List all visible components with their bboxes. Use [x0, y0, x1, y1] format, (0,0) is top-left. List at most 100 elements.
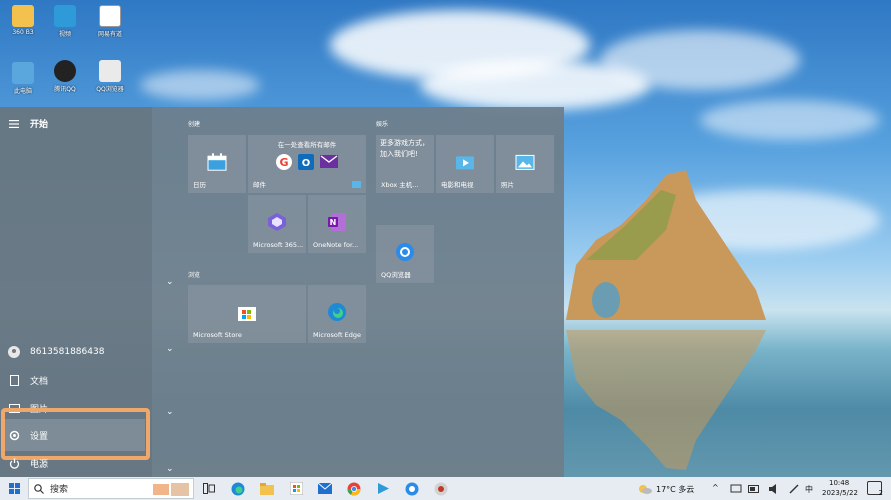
taskbar-app-other[interactable] [432, 480, 450, 497]
store-icon [238, 307, 256, 321]
google-icon: G [276, 154, 292, 170]
weather-text[interactable]: 17°C 多云 [656, 484, 694, 495]
store-icon [289, 482, 303, 495]
chevron-down-icon[interactable]: ⌄ [166, 344, 174, 354]
desktop-icon-qq[interactable]: 腾讯QQ [42, 60, 88, 93]
taskbar-search-box[interactable]: 搜索 [28, 478, 194, 499]
search-banner-icon [153, 482, 189, 496]
battery-icon[interactable] [745, 480, 763, 497]
photo-icon [515, 154, 535, 170]
desktop-icon-this-pc[interactable]: 此电脑 [0, 62, 46, 95]
tile-photos[interactable]: 照片 [496, 135, 554, 193]
svg-text:O: O [302, 158, 311, 169]
edge-icon [328, 303, 346, 321]
microsoft-365-icon [268, 213, 286, 231]
xbox-promo-text: 更多游戏方式，加入我们吧! [380, 139, 429, 158]
search-icon [34, 483, 44, 494]
tile-onenote[interactable]: N OneNote for... [308, 195, 366, 253]
taskbar-app-mail[interactable] [316, 480, 334, 497]
group-label-create: 创建 [188, 121, 201, 128]
user-account[interactable]: 8613581886438 [8, 346, 104, 358]
edge-icon [231, 482, 245, 495]
taskbar-app-edge[interactable] [229, 480, 247, 497]
search-placeholder: 搜索 [50, 485, 69, 495]
taskbar-app-explorer[interactable] [258, 480, 276, 497]
tile-microsoft-edge[interactable]: Microsoft Edge [308, 285, 366, 343]
taskbar-app-video[interactable] [374, 480, 392, 497]
taskbar-app-qqbrowser[interactable] [403, 480, 421, 497]
mail-provider-icons: G O [276, 154, 338, 170]
folder-icon [260, 482, 274, 495]
windows-icon [8, 483, 20, 494]
sea-rock-image [566, 170, 766, 320]
weather-icon[interactable] [636, 480, 654, 497]
rail-item-label: 电源 [30, 460, 49, 470]
yahoo-mail-icon [320, 155, 338, 168]
taskbar-app-store[interactable] [287, 480, 305, 497]
taskbar: 搜索 17°C 多云 ^ 中 10:48 2023/5/22 2 [0, 477, 891, 500]
video-app-icon [54, 5, 76, 27]
network-icon[interactable] [727, 480, 745, 497]
video-app-icon [377, 483, 389, 494]
sea-rock-reflection [566, 330, 766, 470]
speaker-icon[interactable] [765, 480, 783, 497]
desktop-icon-folder[interactable]: 360 ВЗ [0, 5, 46, 36]
taskbar-app-chrome[interactable] [345, 480, 363, 497]
tile-calendar[interactable]: 日历 [188, 135, 246, 193]
mail-tile-header: 在一处查看所有邮件 [277, 141, 337, 149]
start-title: 开始 [30, 120, 49, 130]
computer-icon [12, 62, 34, 84]
app-icon [434, 482, 448, 495]
tile-xbox[interactable]: 更多游戏方式，加入我们吧! Xbox 主机... [376, 135, 434, 193]
penguin-icon [54, 60, 76, 82]
qq-browser-icon [396, 243, 414, 261]
user-avatar-icon [8, 346, 20, 358]
rail-item-power[interactable]: 电源 [8, 457, 48, 470]
clock-time[interactable]: 10:48 [829, 479, 849, 487]
pen-icon[interactable] [785, 480, 803, 497]
tile-microsoft-store[interactable]: Microsoft Store [188, 285, 306, 343]
document-icon [8, 375, 20, 387]
tile-movies-tv[interactable]: 电影和电视 [436, 135, 494, 193]
browser-icon [99, 60, 121, 82]
chevron-up-icon[interactable]: ^ [712, 483, 719, 492]
group-label-entertainment: 娱乐 [376, 121, 389, 128]
onenote-icon: N [328, 213, 346, 231]
chevron-down-icon[interactable]: ⌄ [166, 407, 174, 417]
notification-count: 2 [878, 489, 883, 497]
tile-mail[interactable]: 在一处查看所有邮件 G O 邮件 [248, 135, 366, 193]
film-icon [456, 156, 474, 170]
dictionary-app-icon [99, 5, 121, 27]
svg-text:G: G [279, 156, 288, 169]
rail-item-label: 文档 [30, 377, 49, 387]
tile-qqbrowser[interactable]: QQ浏览器 [376, 225, 434, 283]
task-view-button[interactable] [200, 480, 218, 497]
folder-icon [12, 5, 34, 27]
task-view-icon [203, 483, 215, 494]
outlook-icon: O [298, 154, 314, 170]
user-name: 8613581886438 [30, 347, 105, 357]
qq-browser-icon [405, 482, 419, 495]
svg-text:N: N [330, 218, 337, 227]
mail-icon [318, 483, 332, 494]
notification-center-button[interactable]: 2 [867, 481, 883, 497]
rail-item-documents[interactable]: 文档 [8, 374, 48, 387]
tile-microsoft-365[interactable]: Microsoft 365... [248, 195, 306, 253]
hamburger-icon[interactable] [8, 118, 20, 130]
desktop-icon-youdao[interactable]: 网易有道 [87, 5, 133, 38]
start-button[interactable] [5, 480, 23, 497]
desktop-icon-qqbrowser[interactable]: QQ浏览器 [87, 60, 133, 93]
input-method-indicator[interactable]: 中 [805, 484, 813, 495]
chrome-icon [347, 482, 361, 495]
mail-badge-icon [352, 181, 361, 188]
clock-date[interactable]: 2023/5/22 [822, 489, 858, 497]
power-icon [8, 458, 20, 470]
start-menu: 开始 8613581886438 文档 图片 设置 电源 ⌄ ⌄ ⌄ ⌄ 创建 … [0, 107, 564, 477]
calendar-icon [207, 153, 227, 171]
chevron-down-icon[interactable]: ⌄ [166, 277, 174, 287]
chevron-down-icon[interactable]: ⌄ [166, 464, 174, 474]
start-header[interactable]: 开始 [8, 117, 48, 130]
settings-annotation-box [1, 408, 150, 460]
desktop-icon-video[interactable]: 视频 [42, 5, 88, 38]
group-label-browse: 浏览 [188, 272, 201, 279]
